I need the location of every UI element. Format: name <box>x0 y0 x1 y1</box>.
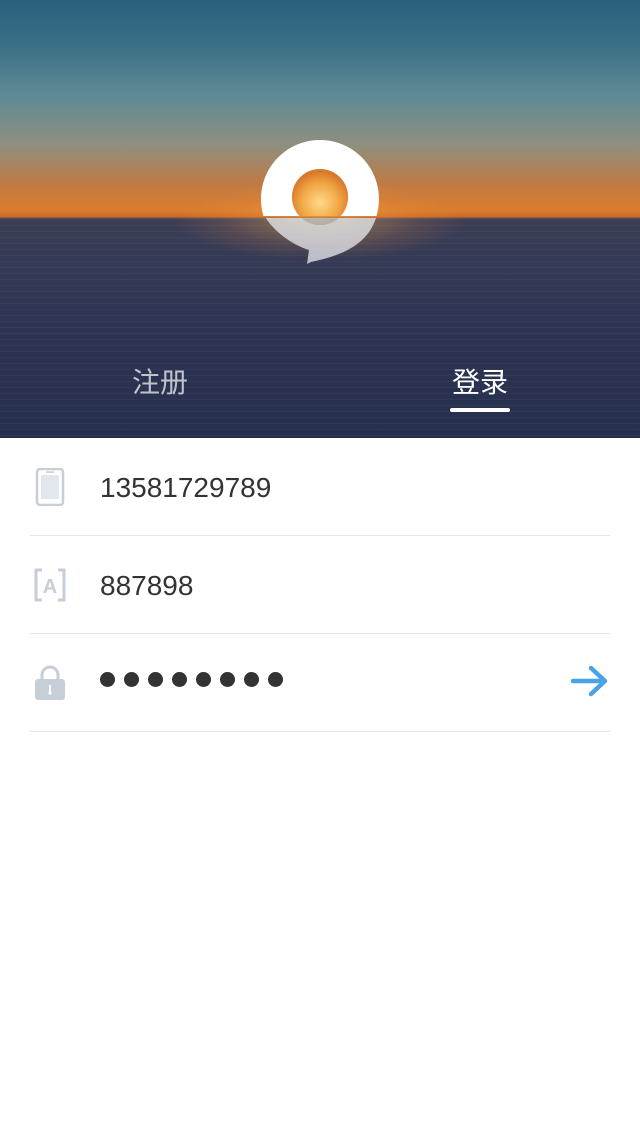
password-dot <box>148 672 163 687</box>
password-dot <box>268 672 283 687</box>
captcha-field[interactable]: 887898 <box>100 566 193 606</box>
password-dot <box>124 672 139 687</box>
password-dot <box>244 672 259 687</box>
arrow-right-icon[interactable] <box>570 664 610 698</box>
captcha-icon: A <box>34 568 66 602</box>
app-logo-icon <box>261 140 379 264</box>
password-dot <box>172 672 187 687</box>
login-form: 13581729789 A 887898 <box>30 438 610 732</box>
active-tab-indicator <box>450 408 510 412</box>
password-dot <box>196 672 211 687</box>
svg-text:A: A <box>43 576 57 598</box>
hero-banner: 注册 登录 <box>0 0 640 438</box>
password-row <box>30 634 610 732</box>
password-dot <box>100 672 115 687</box>
phone-icon <box>35 468 65 506</box>
password-dot <box>220 672 235 687</box>
auth-tabs: 注册 登录 <box>0 360 640 438</box>
phone-row: 13581729789 <box>30 438 610 536</box>
tab-register[interactable]: 注册 <box>80 360 240 416</box>
password-field[interactable] <box>100 672 283 688</box>
captcha-row: A 887898 <box>30 536 610 634</box>
lock-icon <box>35 665 65 700</box>
phone-field[interactable]: 13581729789 <box>100 468 271 508</box>
